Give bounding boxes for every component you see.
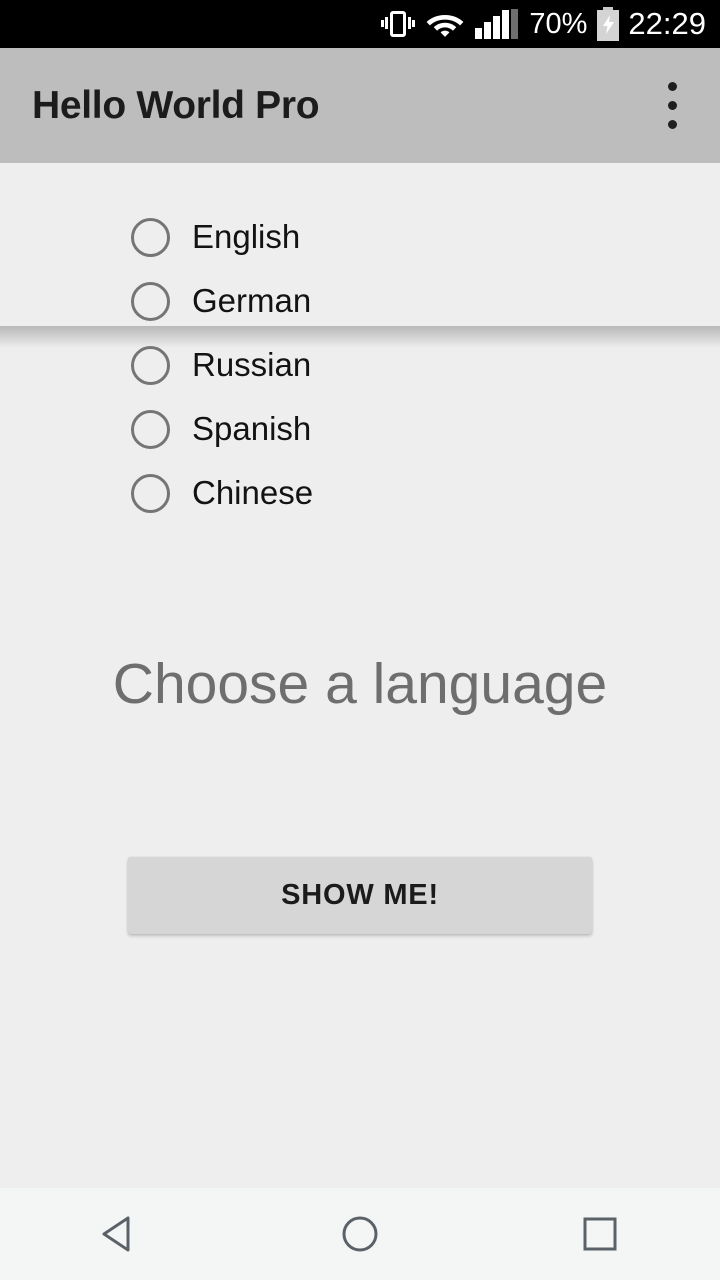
- radio-label: German: [192, 282, 312, 319]
- radio-circle-icon[interactable]: [131, 281, 170, 321]
- overflow-dot: [667, 101, 677, 110]
- app-bar: Hello World Pro: [0, 48, 720, 163]
- navigation-bar: [0, 1188, 720, 1280]
- radio-option-chinese[interactable]: Chinese: [131, 461, 313, 525]
- battery-percent-text: 70%: [529, 8, 588, 40]
- home-circle-icon: [342, 1216, 378, 1252]
- overflow-dot: [667, 120, 677, 129]
- signal-bars-icon: [475, 9, 519, 39]
- radio-option-english[interactable]: English: [131, 205, 313, 269]
- vibrate-icon: [381, 7, 416, 41]
- show-me-button[interactable]: SHOW ME!: [128, 857, 592, 934]
- radio-option-spanish[interactable]: Spanish: [131, 397, 313, 461]
- page-title: Hello World Pro: [32, 83, 320, 127]
- recents-square-icon: [583, 1217, 617, 1251]
- radio-circle-icon[interactable]: [131, 409, 170, 449]
- nav-back-button[interactable]: [65, 1188, 175, 1280]
- radio-option-russian[interactable]: Russian: [131, 333, 313, 397]
- status-bar: 70% 22:29: [0, 0, 720, 48]
- device-screen: 70% 22:29 Hello World Pro English German…: [0, 0, 720, 1280]
- language-radio-group: English German Russian Spanish Chinese: [131, 205, 313, 525]
- radio-label: Russian: [192, 346, 312, 383]
- app-bar-shadow: [0, 326, 720, 348]
- radio-circle-icon[interactable]: [131, 217, 170, 257]
- battery-charging-icon: [597, 7, 620, 41]
- headline-text: Choose a language: [112, 652, 608, 716]
- radio-option-german[interactable]: German: [131, 269, 313, 333]
- back-triangle-icon: [102, 1216, 130, 1252]
- nav-recents-button[interactable]: [545, 1188, 655, 1280]
- radio-label: English: [192, 218, 301, 255]
- nav-home-button[interactable]: [305, 1188, 415, 1280]
- radio-label: Chinese: [192, 474, 314, 511]
- status-bar-clock: 22:29: [628, 6, 706, 41]
- radio-circle-icon[interactable]: [131, 345, 170, 385]
- overflow-dot: [667, 82, 677, 91]
- overflow-menu-icon[interactable]: [650, 75, 694, 137]
- wifi-icon: [426, 9, 464, 39]
- radio-circle-icon[interactable]: [131, 473, 170, 513]
- main-content: English German Russian Spanish Chinese C…: [0, 163, 720, 1188]
- battery-percent-label: 70%: [529, 9, 587, 39]
- radio-label: Spanish: [192, 410, 312, 447]
